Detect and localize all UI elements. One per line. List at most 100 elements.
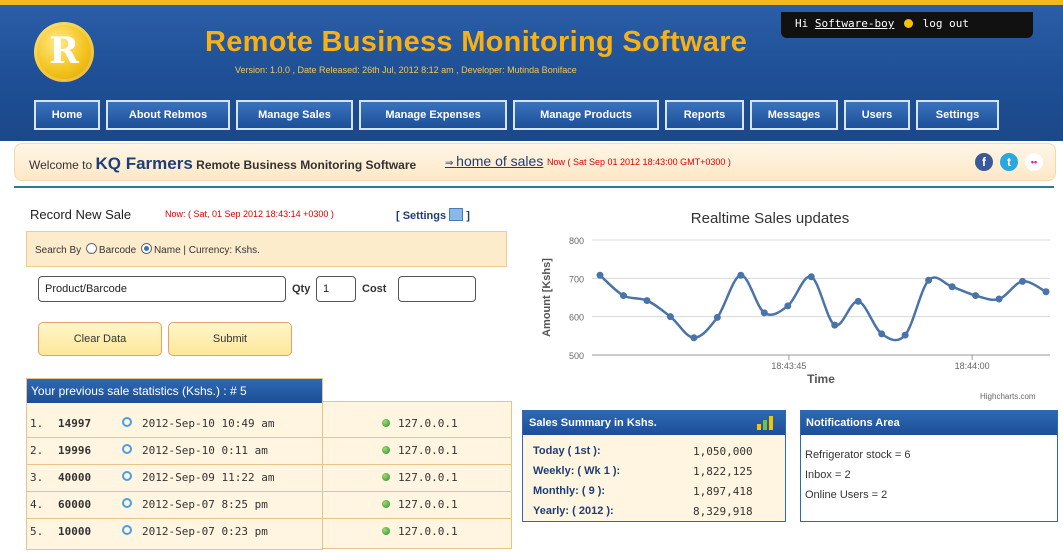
x-tick-label: 18:43:45 [771, 361, 806, 371]
greeting: Hi [795, 17, 809, 30]
notification-line: Refrigerator stock = 6 [805, 449, 911, 461]
bar-chart-icon [757, 416, 775, 430]
row-ip: 127.0.0.1 [398, 417, 458, 430]
record-settings-link[interactable]: [ Settings ] [396, 208, 470, 222]
y-tick-label: 800 [569, 236, 584, 246]
summary-value: 8,329,918 [693, 505, 753, 518]
nav-manage-sales[interactable]: Manage Sales [236, 100, 353, 130]
clear-data-button[interactable]: Clear Data [38, 322, 162, 356]
browser-icon [122, 498, 132, 511]
section-divider [14, 186, 1054, 188]
search-options: Search By Barcode Name | Currency: Kshs. [35, 243, 260, 256]
barcode-radio[interactable] [85, 243, 97, 254]
user-info: Hi Software-boy log out [795, 17, 969, 30]
settings-label: [ Settings [396, 210, 447, 222]
sales-summary-panel: Sales Summary in Kshs. Today ( 1st ): 1,0… [522, 410, 786, 522]
row-ip: 127.0.0.1 [398, 525, 458, 538]
nav-reports[interactable]: Reports [665, 100, 744, 130]
header-top-stripe [0, 0, 1063, 5]
notifications-title: Notifications Area [801, 411, 1057, 435]
data-point [760, 309, 768, 317]
home-of-sales-label: home of sales [456, 153, 544, 169]
nav-users[interactable]: Users [844, 100, 910, 130]
chart-credit[interactable]: Highcharts.com [980, 392, 1036, 401]
browser-icon [122, 471, 132, 484]
globe-icon [382, 525, 390, 538]
summary-label: Yearly: ( 2012 ): [533, 505, 614, 517]
stats-title: Your previous sale statistics (Kshs.) : … [27, 379, 322, 403]
row-amount: 40000 [58, 471, 92, 484]
nav-manage-expenses[interactable]: Manage Expenses [359, 100, 507, 130]
data-point [666, 313, 674, 321]
summary-value: 1,822,125 [693, 465, 753, 478]
row-date: 2012-Sep-07 0:23 pm [142, 525, 268, 538]
data-point [901, 331, 909, 339]
row-amount: 19996 [58, 444, 92, 457]
logout-link[interactable]: log out [923, 17, 969, 30]
x-tick-label: 18:44:00 [955, 361, 990, 371]
globe-icon [382, 444, 390, 457]
data-point [831, 321, 839, 329]
cost-input[interactable] [398, 276, 476, 302]
barcode-label: Barcode [98, 245, 137, 256]
y-tick-label: 500 [569, 351, 584, 361]
qty-label: Qty [292, 283, 311, 295]
username-link[interactable]: Software-boy [815, 17, 894, 30]
summary-title: Sales Summary in Kshs. [523, 411, 785, 435]
row-number: 2. [30, 444, 44, 457]
flickr-icon[interactable]: •• [1025, 153, 1043, 171]
name-radio[interactable] [140, 243, 152, 254]
status-dot-icon [903, 19, 913, 28]
data-point [737, 271, 745, 279]
summary-label: Monthly: ( 9 ): [533, 485, 606, 497]
sales-line-chart: 500 600 700 800 18:43:45 18:44:00 Time Amount [… [541, 236, 1050, 386]
row-amount: 10000 [58, 525, 92, 538]
company-name: KQ Farmers [95, 154, 193, 173]
data-point [854, 297, 862, 305]
row-divider [26, 518, 512, 519]
data-point [596, 271, 604, 279]
facebook-icon[interactable]: f [975, 153, 993, 171]
notifications-panel: Notifications Area Refrigerator stock = … [800, 410, 1058, 522]
nav-about[interactable]: About Rebmos [106, 100, 230, 130]
table-row: 5. 10000 2012-Sep-07 0:23 pm 127.0.0.1 [26, 518, 512, 545]
row-number: 1. [30, 417, 44, 430]
nav-home[interactable]: Home [34, 100, 100, 130]
table-row: 4. 60000 2012-Sep-07 8:25 pm 127.0.0.1 [26, 491, 512, 518]
summary-label: Today ( 1st ): [533, 445, 601, 457]
globe-icon [382, 471, 390, 484]
browser-icon [122, 525, 132, 538]
data-point [925, 276, 933, 284]
submit-button[interactable]: Submit [168, 322, 292, 356]
summary-label: Weekly: ( Wk 1 ): [533, 465, 621, 477]
globe-icon [382, 417, 390, 430]
nav-settings[interactable]: Settings [916, 100, 999, 130]
twitter-icon[interactable]: t [1000, 153, 1018, 171]
search-by-label: Search By [35, 245, 82, 256]
edit-icon [449, 208, 464, 221]
nav-messages[interactable]: Messages [750, 100, 838, 130]
product-barcode-input[interactable] [38, 276, 286, 302]
data-point [878, 330, 886, 338]
settings-close-bracket: ] [466, 210, 470, 222]
row-number: 4. [30, 498, 44, 511]
x-axis-title: Time [807, 372, 835, 386]
y-tick-label: 600 [569, 313, 584, 323]
version-info: Version: 1.0.0 , Date Released: 26th Jul… [235, 65, 577, 75]
row-amount: 14997 [58, 417, 92, 430]
welcome-prefix: Welcome to [29, 158, 93, 172]
browser-icon [122, 417, 132, 430]
home-of-sales-link[interactable]: ⇒ home of sales [445, 153, 543, 169]
table-row: 1. 14997 2012-Sep-10 10:49 am 127.0.0.1 [26, 410, 512, 437]
row-date: 2012-Sep-10 10:49 am [142, 417, 275, 430]
row-ip: 127.0.0.1 [398, 444, 458, 457]
data-point [972, 292, 980, 300]
data-point [619, 292, 627, 300]
browser-icon [122, 444, 132, 457]
qty-input[interactable] [316, 276, 356, 302]
search-options-box: Search By Barcode Name | Currency: Kshs. [26, 231, 507, 267]
nav-manage-products[interactable]: Manage Products [513, 100, 659, 130]
row-amount: 60000 [58, 498, 92, 511]
row-divider [26, 491, 512, 492]
table-row: 2. 19996 2012-Sep-10 0:11 am 127.0.0.1 [26, 437, 512, 464]
